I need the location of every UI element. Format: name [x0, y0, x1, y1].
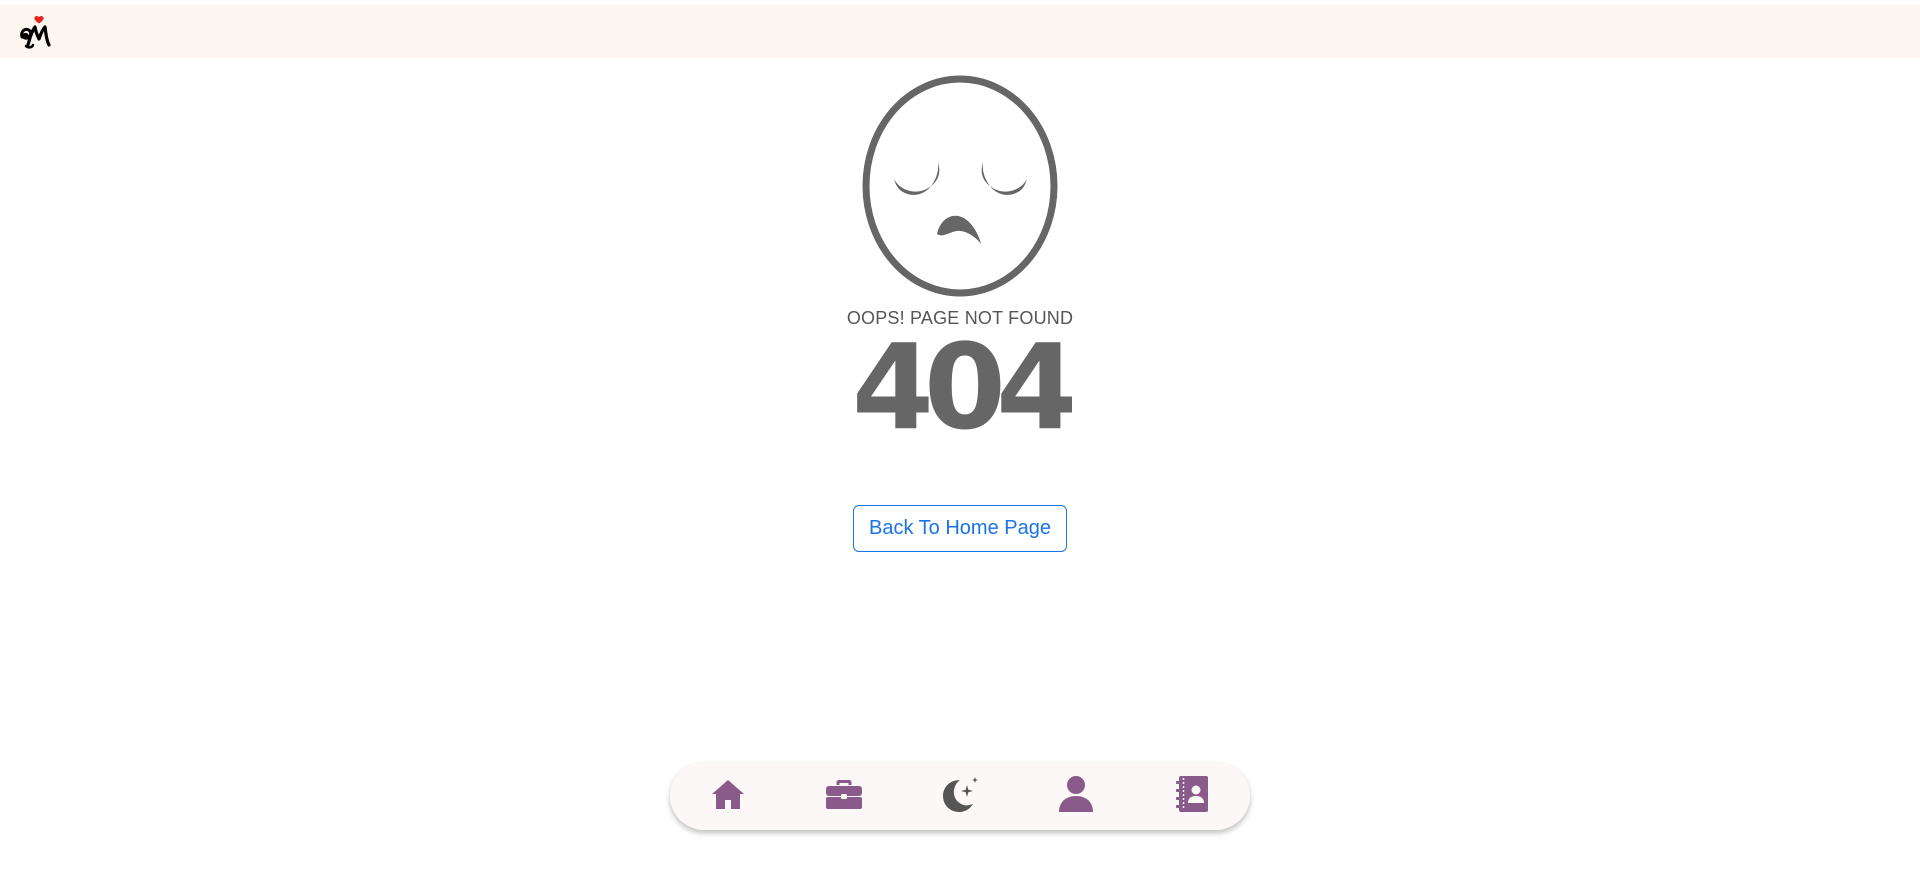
main-content: OOPS! PAGE NOT FOUND 404 Back To Home Pa…: [0, 58, 1920, 758]
home-icon: [710, 777, 746, 816]
heart-m-logo[interactable]: [18, 15, 54, 51]
dock-item-work[interactable]: [824, 776, 864, 816]
bottom-dock-nav: [670, 762, 1250, 830]
dock-item-home[interactable]: [708, 776, 748, 816]
dock-item-theme-toggle[interactable]: [940, 776, 980, 816]
dock-item-contact[interactable]: [1172, 775, 1212, 818]
briefcase-icon: [825, 777, 863, 816]
user-icon: [1057, 775, 1095, 818]
top-bar: [0, 5, 1920, 58]
back-to-home-button[interactable]: Back To Home Page: [853, 505, 1067, 552]
error-message: OOPS! PAGE NOT FOUND: [846, 308, 1074, 328]
error-code-404: 404: [848, 317, 1084, 458]
contact-book-icon: [1175, 775, 1209, 818]
error-code-text: 404: [852, 336, 1072, 436]
moon-stars-icon: [940, 774, 980, 819]
sad-face-icon: [861, 74, 1059, 298]
dock-item-profile[interactable]: [1056, 775, 1096, 818]
